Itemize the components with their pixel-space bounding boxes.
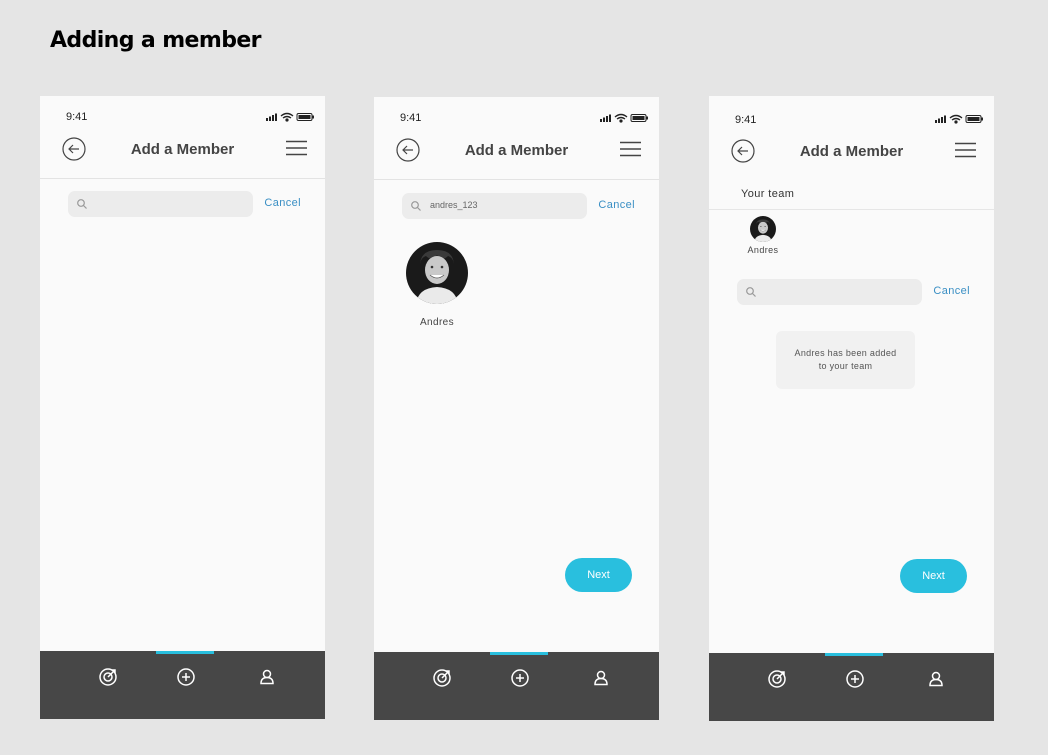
target-icon[interactable] [767, 669, 787, 689]
search-icon [411, 201, 421, 211]
search-input[interactable] [68, 191, 253, 217]
team-member-avatar[interactable] [750, 216, 776, 242]
page-title: Adding a member [50, 28, 262, 53]
signal-icon [266, 113, 277, 121]
bottom-tab-bar [374, 652, 659, 720]
avatar-andres[interactable] [406, 242, 468, 304]
search-result-name: Andres [419, 317, 455, 328]
cancel-button[interactable]: Cancel [264, 197, 301, 209]
cancel-button[interactable]: Cancel [933, 285, 970, 297]
status-icons [600, 110, 650, 128]
status-time: 9:41 [66, 111, 88, 123]
status-icons [266, 109, 316, 127]
profile-icon[interactable] [257, 667, 277, 687]
add-circle-icon[interactable] [845, 669, 865, 689]
next-button[interactable]: Next [565, 558, 632, 592]
status-time: 9:41 [400, 112, 422, 124]
toast-message: Andres has been added to your team [784, 347, 907, 373]
status-icons [935, 111, 985, 129]
header: Add a Member [709, 132, 994, 180]
search-icon [77, 199, 87, 209]
header: Add a Member [374, 131, 659, 180]
your-team-section-header: Your team [709, 182, 994, 210]
profile-icon[interactable] [591, 668, 611, 688]
screen-title: Add a Member [799, 143, 904, 160]
wifi-icon [614, 113, 628, 123]
active-tab-indicator [825, 653, 883, 656]
bottom-tab-bar [40, 651, 325, 719]
search-input-value: andres_123 [430, 200, 478, 210]
search-input[interactable] [737, 279, 922, 305]
phone-screen-empty-search: 9:41 Add a Member Cancel [40, 96, 325, 719]
menu-icon[interactable] [286, 140, 307, 156]
screen-title: Add a Member [130, 141, 235, 158]
wifi-icon [280, 112, 294, 122]
add-circle-icon[interactable] [510, 668, 530, 688]
team-member-name: Andres [747, 245, 779, 255]
phone-screen-search-result: 9:41 Add a Member andres_123 Cancel Andr… [374, 97, 659, 720]
profile-icon[interactable] [926, 669, 946, 689]
search-input[interactable]: andres_123 [402, 193, 587, 219]
menu-icon[interactable] [620, 141, 641, 157]
signal-icon [600, 114, 611, 122]
battery-icon [965, 115, 983, 123]
active-tab-indicator [490, 652, 548, 655]
screen-title: Add a Member [464, 142, 569, 159]
toast-line-1: Andres has been added [794, 348, 897, 358]
wifi-icon [949, 114, 963, 124]
next-button[interactable]: Next [900, 559, 967, 593]
toast-line-2: to your team [818, 361, 873, 371]
signal-icon [935, 115, 946, 123]
cancel-button[interactable]: Cancel [598, 199, 635, 211]
status-time: 9:41 [735, 114, 757, 126]
bottom-tab-bar [709, 653, 994, 721]
add-circle-icon[interactable] [176, 667, 196, 687]
battery-icon [630, 114, 648, 122]
header: Add a Member [40, 130, 325, 179]
your-team-label: Your team [741, 188, 795, 200]
target-icon[interactable] [432, 668, 452, 688]
phone-screen-member-added: 9:41 Add a Member Your team Andres Cance… [709, 96, 994, 721]
battery-icon [296, 113, 314, 121]
target-icon[interactable] [98, 667, 118, 687]
member-added-toast: Andres has been added to your team [776, 331, 915, 389]
menu-icon[interactable] [955, 142, 976, 158]
active-tab-indicator [156, 651, 214, 654]
search-icon [746, 287, 756, 297]
